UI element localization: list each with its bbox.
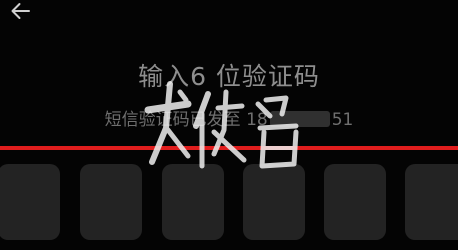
code-box-5[interactable] (324, 164, 386, 240)
verification-code-input[interactable] (0, 164, 458, 240)
verification-screen: 输入6 位验证码 短信验证码已发至 18 51 (0, 0, 458, 250)
arrow-left-icon (11, 3, 30, 19)
accent-divider-line (0, 146, 458, 150)
code-box-2[interactable] (80, 164, 142, 240)
code-box-6[interactable] (405, 164, 458, 240)
phone-number-start: 18 (246, 110, 268, 130)
page-title: 输入6 位验证码 (138, 62, 320, 91)
code-box-4[interactable] (243, 164, 305, 240)
code-box-3[interactable] (162, 164, 224, 240)
sms-sent-notice: 短信验证码已发至 18 51 (0, 108, 458, 132)
phone-number-mask (269, 111, 330, 127)
phone-number-end: 51 (331, 110, 354, 130)
code-box-1[interactable] (0, 164, 60, 240)
sms-sent-label: 短信验证码已发至 (104, 110, 241, 130)
back-button[interactable] (8, 0, 34, 22)
